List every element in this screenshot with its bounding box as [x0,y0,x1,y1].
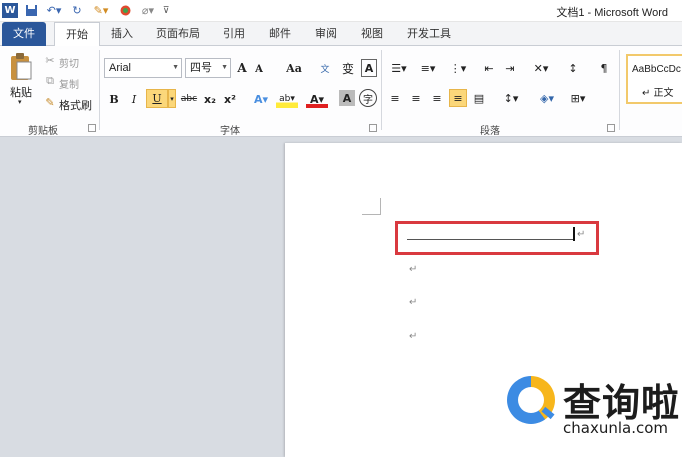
underline-button[interactable]: U [146,89,168,108]
style-sample-text: AaBbCcDc [632,64,681,75]
style-normal-label: ↵ 正文 [642,88,674,99]
group-divider [619,50,620,130]
copy-icon: ⧉ [46,74,54,87]
font-group-label: 字体 [220,126,240,137]
phonetic-guide-icon[interactable]: 文 [317,59,333,77]
enclose-characters-icon[interactable]: 字 [359,89,377,107]
change-case-button[interactable]: Aa [284,60,304,76]
clipboard-group-label: 剪贴板 [28,126,58,137]
copy-button[interactable]: 复制 [59,76,79,91]
paragraph-launcher-icon[interactable] [607,124,615,132]
chinese-layout-icon[interactable]: ✕▾ [530,60,552,76]
text-effects-icon[interactable]: A▾ [250,90,272,108]
cut-button[interactable]: 剪切 [59,55,79,70]
shrink-font-button[interactable]: A [253,62,265,76]
font-family-select[interactable]: Arial ▼ [104,58,182,78]
char-border-icon[interactable]: A [361,59,377,77]
shading-icon[interactable]: ◈▾ [535,90,559,106]
redo-icon[interactable]: ↻ [70,3,84,18]
watermark-logo-inner [518,387,544,413]
bold-button[interactable]: B [106,90,122,108]
underline-line [407,239,575,240]
chevron-down-icon: ▼ [221,64,228,71]
align-right-icon[interactable]: ≡ [429,90,445,106]
font-launcher-icon[interactable] [369,124,377,132]
clear-format-icon[interactable]: ⌀▾ [138,3,158,18]
tab-review[interactable]: 审阅 [308,22,344,46]
line-spacing-icon[interactable]: ↕▾ [499,90,523,106]
margin-corner-mark [380,198,381,215]
tab-references[interactable]: 引用 [216,22,252,46]
show-marks-icon[interactable]: ¶ [597,60,611,76]
word-logo-icon[interactable]: W [2,3,18,18]
bullets-icon[interactable]: ☰▾ [387,60,411,76]
tab-view[interactable]: 视图 [354,22,390,46]
paragraph-mark: ↵ [409,331,418,342]
font-size-value: 四号 [190,62,212,74]
sort-icon[interactable]: ↕ [564,60,582,76]
customize-qat-icon[interactable]: ⊽ [161,3,171,18]
ribbon: 粘贴 ▾ ✂ 剪切 ⧉ 复制 ✎ 格式刷 剪贴板 Arial ▼ 四号 ▼ A A … [0,46,682,137]
decrease-indent-icon[interactable]: ⇤ [481,60,497,76]
tab-insert[interactable]: 插入 [104,22,140,46]
tab-home[interactable]: 开始 [54,22,100,47]
color-wheel-icon[interactable] [118,3,132,18]
grow-font-button[interactable]: A [235,60,249,76]
paragraph-mark: ↵ [409,297,418,308]
multilevel-list-icon[interactable]: ⋮▾ [446,60,470,76]
subscript-button[interactable]: x₂ [201,90,219,108]
enclose-char-icon[interactable]: 变 [340,59,356,77]
strikethrough-button[interactable]: abc [179,90,199,108]
tab-page-layout[interactable]: 页面布局 [150,22,206,46]
chevron-down-icon: ▼ [172,64,179,71]
style-normal[interactable]: AaBbCcDc ↵ 正文 [626,54,682,104]
undo-icon[interactable]: ↶▾ [44,3,64,18]
paste-icon[interactable] [6,50,36,84]
title-bar: W ↶▾ ↻ ✎▾ ⌀▾ ⊽ 文档1 - Microsoft Word [0,0,682,22]
format-painter-button[interactable]: 格式刷 [59,97,92,113]
scissors-icon: ✂ [45,53,55,67]
paragraph-mark: ↵ [409,264,418,275]
borders-icon[interactable]: ⊞▾ [566,90,590,106]
format-painter-qat-icon[interactable]: ✎▾ [90,3,112,18]
group-divider [99,50,100,130]
clipboard-launcher-icon[interactable] [88,124,96,132]
watermark-url: chaxunla.com [563,419,668,437]
char-shading-icon[interactable]: A [339,90,355,106]
text-cursor [573,227,575,241]
align-left-icon[interactable]: ≡ [387,90,403,106]
margin-corner-mark [362,214,380,215]
group-divider [381,50,382,130]
justify-icon[interactable]: ≡ [449,89,467,107]
ribbon-tabs: 文件 开始 插入 页面布局 引用 邮件 审阅 视图 开发工具 [0,22,682,47]
tab-file[interactable]: 文件 [2,22,46,46]
font-color-icon[interactable]: A▾ [306,90,328,108]
superscript-button[interactable]: x² [221,90,239,108]
increase-indent-icon[interactable]: ⇥ [502,60,518,76]
window-title: 文档1 - Microsoft Word [556,7,668,19]
tab-mailings[interactable]: 邮件 [262,22,298,46]
distributed-icon[interactable]: ▤ [471,90,487,106]
font-family-value: Arial [109,62,132,74]
paste-dropdown-icon[interactable]: ▾ [18,98,22,106]
format-painter-icon: ✎ [45,95,55,109]
tab-developer[interactable]: 开发工具 [400,22,458,46]
numbering-icon[interactable]: ≡▾ [416,60,440,76]
underline-dropdown-icon[interactable]: ▾ [168,89,176,108]
save-icon[interactable] [24,3,38,18]
highlight-box [395,221,599,255]
paragraph-mark: ↵ [577,229,586,240]
align-center-icon[interactable]: ≡ [408,90,424,106]
font-size-select[interactable]: 四号 ▼ [185,58,231,78]
italic-button[interactable]: I [126,90,142,108]
highlight-color-icon[interactable]: ab▾ [276,90,298,108]
paragraph-group-label: 段落 [480,126,500,137]
